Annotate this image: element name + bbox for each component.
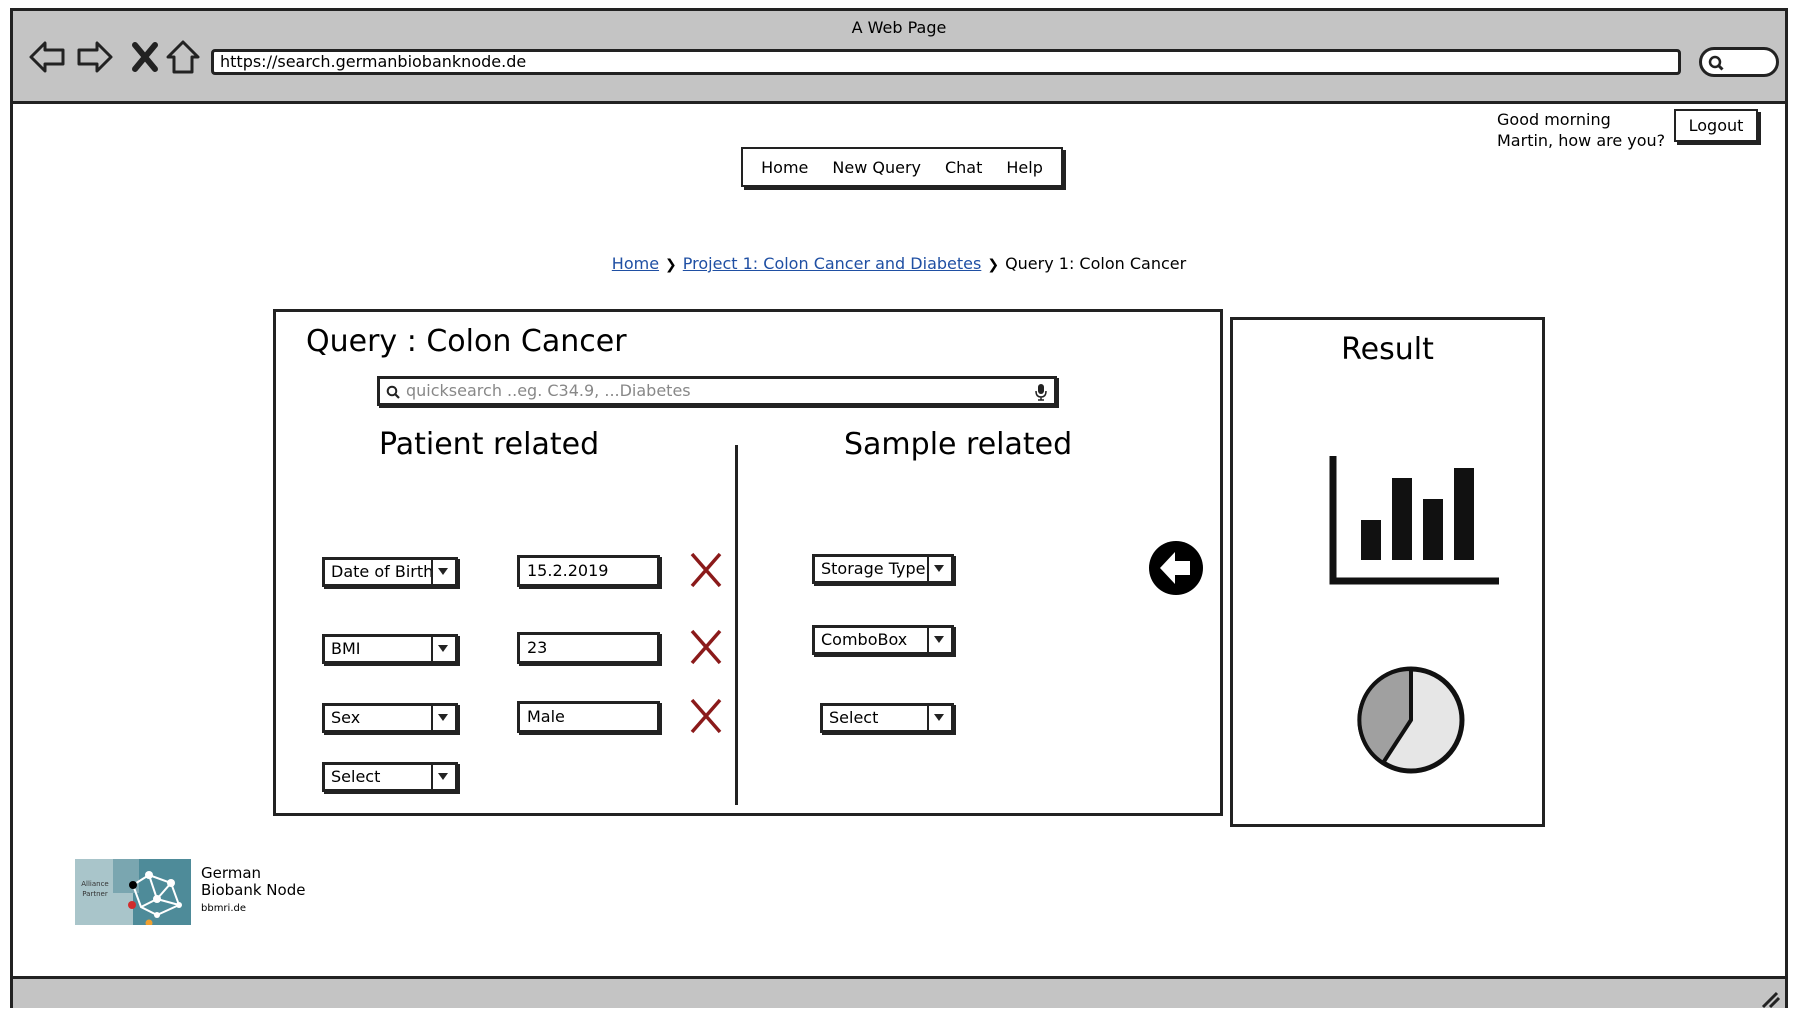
sample-attribute-select-1[interactable]: Storage Type bbox=[812, 554, 954, 584]
url-bar[interactable]: https://search.germanbiobanknode.de bbox=[211, 49, 1681, 75]
patient-related-heading: Patient related bbox=[379, 427, 600, 462]
nav-item-new-query[interactable]: New Query bbox=[832, 158, 921, 177]
patient-value-field-1[interactable]: 15.2.2019 bbox=[517, 555, 660, 587]
search-icon bbox=[1708, 55, 1724, 71]
patient-attribute-select-3[interactable]: Sex bbox=[322, 703, 458, 733]
logo-badge-line-2: Partner bbox=[82, 890, 108, 898]
main-nav: Home New Query Chat Help bbox=[741, 147, 1063, 187]
logout-button[interactable]: Logout bbox=[1674, 109, 1758, 142]
query-panel: Query : Colon Cancer quicksearch ..eg. C… bbox=[273, 309, 1223, 816]
patient-value-field-3[interactable]: Male bbox=[517, 701, 660, 733]
quicksearch-input[interactable]: quicksearch ..eg. C34.9, ...Diabetes bbox=[377, 376, 1057, 406]
browser-window: A Web Page https://search.germanbiobankn… bbox=[10, 8, 1788, 1009]
dropdown-arrow-icon[interactable] bbox=[431, 637, 455, 661]
logo-url: bbmri.de bbox=[201, 903, 247, 914]
browser-titlebar: A Web Page https://search.germanbiobankn… bbox=[13, 11, 1785, 104]
nav-item-help[interactable]: Help bbox=[1006, 158, 1042, 177]
patient-value-field-2[interactable]: 23 bbox=[517, 632, 660, 664]
browser-search-field[interactable] bbox=[1699, 47, 1779, 77]
breadcrumb: Home ❯ Project 1: Colon Cancer and Diabete… bbox=[13, 254, 1785, 273]
logo-badge-line-1: Alliance bbox=[81, 880, 109, 888]
resize-grip-icon[interactable] bbox=[1759, 989, 1781, 1009]
search-icon bbox=[386, 385, 400, 399]
patient-attribute-select-1[interactable]: Date of Birth bbox=[322, 557, 458, 587]
select-value: Sex bbox=[331, 708, 361, 727]
window-title: A Web Page bbox=[851, 18, 947, 37]
sample-attribute-select-3[interactable]: Select bbox=[820, 703, 954, 733]
breadcrumb-home[interactable]: Home bbox=[612, 254, 659, 273]
result-title: Result bbox=[1341, 332, 1434, 367]
close-x-icon[interactable] bbox=[688, 550, 724, 590]
column-divider bbox=[735, 445, 738, 805]
nav-item-home[interactable]: Home bbox=[761, 158, 808, 177]
dropdown-arrow-icon[interactable] bbox=[431, 765, 455, 789]
query-title: Query : Colon Cancer bbox=[306, 324, 627, 359]
dropdown-arrow-icon[interactable] bbox=[927, 706, 951, 730]
back-icon[interactable] bbox=[27, 37, 67, 77]
dropdown-arrow-icon[interactable] bbox=[431, 560, 455, 584]
close-x-icon[interactable] bbox=[688, 627, 724, 667]
logo-name-line-2: Biobank Node bbox=[201, 881, 306, 899]
microphone-icon[interactable] bbox=[1034, 383, 1048, 401]
forward-icon[interactable] bbox=[75, 37, 115, 77]
select-value: Storage Type bbox=[821, 559, 926, 578]
greeting-line-2: Martin, how are you? bbox=[1497, 131, 1666, 150]
browser-statusbar bbox=[13, 976, 1785, 1009]
breadcrumb-project[interactable]: Project 1: Colon Cancer and Diabetes bbox=[683, 254, 982, 273]
select-value: Date of Birth bbox=[331, 562, 434, 581]
chevron-right-icon: ❯ bbox=[665, 257, 677, 273]
home-icon[interactable] bbox=[163, 37, 203, 77]
close-x-icon[interactable] bbox=[688, 696, 724, 736]
select-value: Select bbox=[331, 767, 381, 786]
sample-attribute-select-2[interactable]: ComboBox bbox=[812, 625, 954, 655]
select-value: Select bbox=[829, 708, 879, 727]
nav-item-chat[interactable]: Chat bbox=[945, 158, 982, 177]
arrow-left-circle-icon[interactable] bbox=[1148, 540, 1204, 596]
select-value: BMI bbox=[331, 639, 361, 658]
chevron-right-icon: ❯ bbox=[987, 257, 1000, 273]
gbn-logo: Alliance Partner German Biobank Node bbm… bbox=[75, 859, 317, 929]
dropdown-arrow-icon[interactable] bbox=[927, 628, 951, 652]
result-panel: Result bbox=[1230, 317, 1545, 827]
logo-name: German Biobank Node bbox=[201, 865, 305, 899]
select-value: ComboBox bbox=[821, 630, 908, 649]
patient-attribute-select-2[interactable]: BMI bbox=[322, 634, 458, 664]
greeting-line-1: Good morning bbox=[1497, 110, 1611, 129]
bar-chart-icon[interactable] bbox=[1329, 456, 1501, 586]
greeting-text: Good morning Martin, how are you? bbox=[1497, 109, 1665, 151]
patient-attribute-select-4[interactable]: Select bbox=[322, 762, 458, 792]
logo-name-line-1: German bbox=[201, 864, 262, 882]
dropdown-arrow-icon[interactable] bbox=[927, 557, 951, 581]
pie-chart-icon[interactable] bbox=[1356, 665, 1466, 775]
biobank-network-logo-icon: Alliance Partner bbox=[75, 859, 191, 925]
stop-icon[interactable] bbox=[125, 37, 165, 77]
breadcrumb-current: Query 1: Colon Cancer bbox=[1005, 254, 1187, 273]
sample-related-heading: Sample related bbox=[844, 427, 1073, 462]
dropdown-arrow-icon[interactable] bbox=[431, 706, 455, 730]
